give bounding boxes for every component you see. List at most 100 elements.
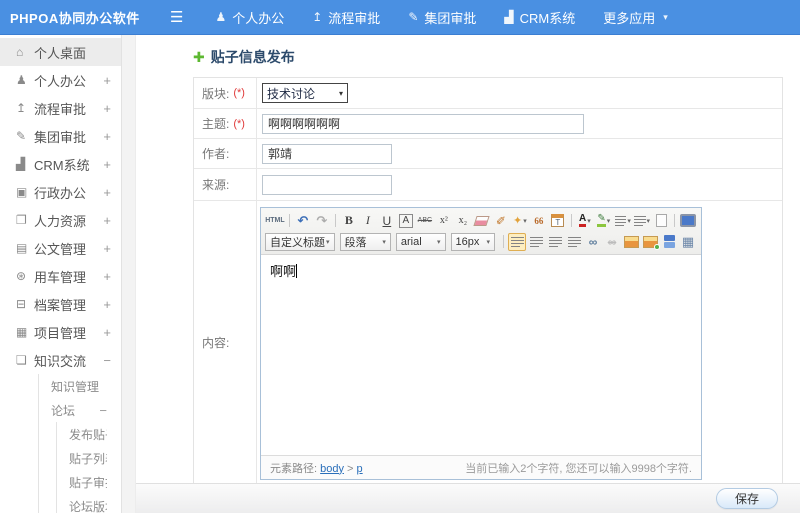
expand-icon[interactable]: + (103, 325, 111, 340)
bold-button[interactable]: B (340, 212, 358, 230)
nav-item-more-apps[interactable]: 更多应用 ▾ (603, 8, 668, 27)
net-image-icon (642, 235, 660, 250)
insert-date-button[interactable]: T (549, 212, 567, 230)
paragraph-select[interactable]: 段落 ▾ (339, 232, 391, 251)
eraser-icon (473, 215, 490, 226)
save-button[interactable]: 保存 (715, 488, 778, 509)
expand-icon[interactable]: + (103, 241, 111, 256)
sidebar-item-post-approval[interactable]: 贴子审批 (57, 470, 121, 494)
fontsize-select[interactable]: 16px ▾ (450, 232, 495, 251)
sidebar-item-crm[interactable]: ▟ CRM系统 + (0, 150, 121, 178)
toolbar-separator (334, 214, 336, 227)
edit-icon: ✎ (16, 129, 27, 143)
sidebar-item-group-approval[interactable]: ✎ 集团审批 + (0, 122, 121, 150)
unordered-list-button[interactable]: ▾ (633, 212, 651, 230)
html-source-button[interactable]: HTML (265, 212, 285, 230)
sidebar-item-project-mgmt[interactable]: ▦ 项目管理 + (0, 318, 121, 346)
editor-content[interactable]: 啊啊 (261, 255, 701, 455)
path-body-link[interactable]: body (320, 463, 344, 475)
align-center-button[interactable] (527, 233, 545, 251)
style-select[interactable]: 自定义标题 ▾ (265, 232, 335, 251)
align-left-button[interactable] (508, 232, 526, 251)
insert-table-button[interactable]: ▦ (679, 233, 697, 251)
sidebar-item-archive-mgmt[interactable]: ⊟ 档案管理 + (0, 290, 121, 318)
sidebar-item-vehicle-mgmt[interactable]: ⊛ 用车管理 + (0, 262, 121, 290)
unlink-button[interactable]: ∞ (603, 233, 621, 251)
sidebar-item-knowledge-exchange[interactable]: ❏ 知识交流 − (0, 346, 121, 374)
board-label: 版块: (*) (202, 86, 245, 101)
strikethrough-button[interactable]: ABC (416, 212, 434, 230)
collapse-icon[interactable]: − (103, 353, 111, 368)
nav-item-crm[interactable]: ▟ CRM系统 (504, 8, 575, 27)
required-mark: (*) (233, 117, 245, 130)
sidebar-item-desktop[interactable]: ⌂ 个人桌面 (0, 38, 121, 66)
redo-button[interactable]: ↷ (313, 212, 331, 230)
underline-button[interactable]: U (378, 212, 396, 230)
insert-media-button[interactable] (660, 233, 678, 251)
align-justify-button[interactable] (565, 233, 583, 251)
sidebar-item-knowledge-mgmt[interactable]: 知识管理 (39, 374, 121, 398)
collapse-icon[interactable]: − (99, 403, 107, 418)
board-select[interactable]: 技术讨论 ▾ (262, 83, 348, 103)
page-title: ✚ 贴子信息发布 (193, 48, 295, 66)
insert-image-button[interactable] (622, 233, 640, 251)
sidebar-item-post-publish[interactable]: 发布贴子 (57, 422, 121, 446)
format-brush-button[interactable]: ✐ (492, 212, 510, 230)
font-color-button[interactable]: A ▾ (576, 212, 594, 230)
expand-icon[interactable]: + (103, 269, 111, 284)
link-button[interactable]: ∞ (584, 233, 602, 251)
form-row-subject: 主题: (*) (194, 109, 782, 139)
sidebar-item-personal-office[interactable]: ♟ 个人办公 + (0, 66, 121, 94)
author-input[interactable] (262, 143, 392, 164)
nav-item-label: 集团审批 (424, 10, 477, 26)
expand-icon[interactable]: + (103, 297, 111, 312)
monitor-icon (680, 214, 697, 227)
sidebar-item-post-list[interactable]: 贴子列表 (57, 446, 121, 470)
font-select[interactable]: arial ▾ (395, 232, 446, 251)
path-p-link[interactable]: p (357, 463, 363, 475)
ordered-list-button[interactable]: ▾ (614, 212, 632, 230)
chart-icon: ▟ (504, 10, 514, 24)
expand-icon[interactable]: + (103, 185, 111, 200)
blockquote-button[interactable]: 66 (530, 212, 548, 230)
superscript-button[interactable]: x² (435, 212, 453, 230)
nav-item-personal-office[interactable]: ♟ 个人办公 (215, 8, 284, 27)
source-input[interactable] (262, 174, 392, 195)
sidebar-item-forum-board-settings[interactable]: 论坛版块设置 (57, 494, 121, 513)
sidebar-item-workflow-approval[interactable]: ↥ 流程审批 + (0, 94, 121, 122)
media-icon (663, 235, 675, 248)
italic-button[interactable]: I (359, 212, 377, 230)
navbar-menu: ♟ 个人办公 ↥ 流程审批 ✎ 集团审批 ▟ CRM系统 更多应用 ▾ (215, 8, 667, 27)
toolbar-separator (288, 214, 290, 227)
expand-icon[interactable]: + (103, 213, 111, 228)
sidebar-item-forum[interactable]: 论坛 − (39, 398, 121, 422)
highlight-color-button[interactable]: ✎ ▾ (595, 212, 613, 230)
sidebar-item-document-mgmt[interactable]: ▤ 公文管理 + (0, 234, 121, 262)
new-document-button[interactable] (652, 212, 670, 230)
expand-icon[interactable]: + (103, 73, 111, 88)
editor-status-bar: 元素路径: body > p 当前已输入2个字符, 您还可以输入9998个字符. (261, 455, 701, 479)
menu-toggle-icon[interactable]: ☰ (170, 8, 183, 26)
toolbar-separator (570, 214, 572, 227)
expand-icon[interactable]: + (103, 101, 111, 116)
workflow-icon: ↥ (312, 10, 323, 24)
toolbar-separator (503, 235, 504, 248)
subscript-button[interactable]: x₂ (454, 212, 472, 230)
undo-button[interactable]: ↶ (294, 212, 312, 230)
expand-icon[interactable]: + (103, 157, 111, 172)
subject-input[interactable] (262, 113, 584, 134)
sidebar-item-hr[interactable]: ❐ 人力资源 + (0, 206, 121, 234)
expand-icon[interactable]: + (103, 129, 111, 144)
align-right-button[interactable] (546, 233, 564, 251)
form-row-author: 作者: (194, 139, 782, 169)
preview-button[interactable] (679, 212, 697, 230)
person-icon: ♟ (215, 10, 227, 24)
nav-item-group-approval[interactable]: ✎ 集团审批 (408, 8, 476, 27)
insert-net-image-button[interactable] (641, 233, 660, 251)
sidebar-item-admin-office[interactable]: ▣ 行政办公 + (0, 178, 121, 206)
remove-format-button[interactable] (473, 212, 491, 230)
font-border-button[interactable]: A (397, 212, 415, 230)
autotypeset-button[interactable]: ✦ ▾ (511, 212, 529, 230)
nav-item-workflow-approval[interactable]: ↥ 流程审批 (312, 8, 380, 27)
top-navbar: PHPOA协同办公软件 ☰ ♟ 个人办公 ↥ 流程审批 ✎ 集团审批 ▟ CRM… (0, 0, 800, 35)
